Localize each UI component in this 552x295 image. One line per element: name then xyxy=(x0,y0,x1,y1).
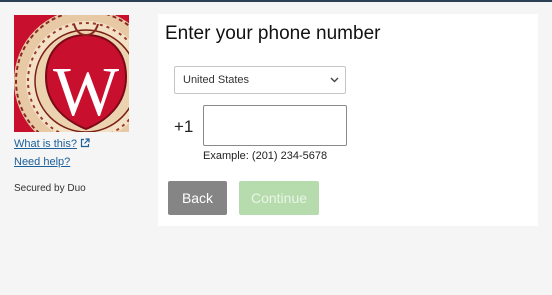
chevron-down-icon xyxy=(330,77,339,83)
university-logo: W xyxy=(14,15,129,132)
secured-by-duo: Secured by Duo xyxy=(14,183,86,194)
phone-entry-panel: Enter your phone number United States +1… xyxy=(158,14,538,226)
svg-text:W: W xyxy=(53,54,119,131)
need-help-link[interactable]: Need help? xyxy=(14,156,70,168)
external-link-icon xyxy=(80,138,90,148)
crest-icon: W xyxy=(14,15,129,132)
phone-number-input[interactable] xyxy=(203,105,347,146)
page-title: Enter your phone number xyxy=(165,23,381,44)
sidebar: W What is this? Need help? Secured by Du… xyxy=(0,2,150,295)
country-select[interactable]: United States xyxy=(174,66,346,94)
continue-button[interactable]: Continue xyxy=(239,181,319,215)
what-is-this-link[interactable]: What is this? xyxy=(14,138,90,150)
back-button[interactable]: Back xyxy=(168,181,227,215)
what-is-this-label: What is this? xyxy=(14,138,77,150)
dial-code: +1 xyxy=(174,117,194,136)
country-select-value: United States xyxy=(183,74,250,86)
phone-example-hint: Example: (201) 234-5678 xyxy=(203,150,328,162)
